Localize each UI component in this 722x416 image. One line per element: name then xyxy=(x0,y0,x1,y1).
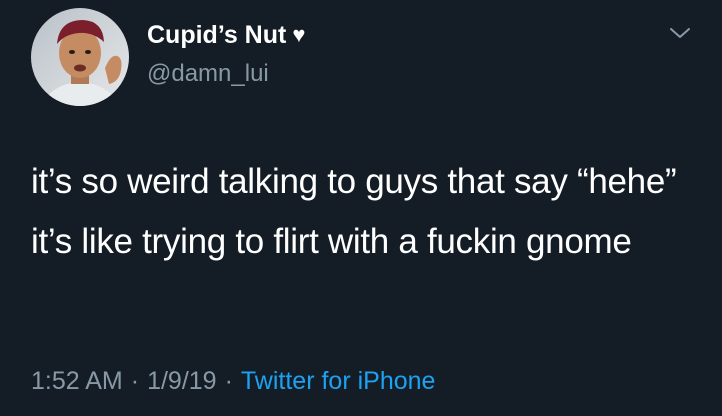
tweet-time[interactable]: 1:52 AM xyxy=(31,367,123,395)
user-handle[interactable]: @damn_lui xyxy=(147,59,269,89)
display-name[interactable]: Cupid’s Nut ♥ xyxy=(147,20,305,50)
tweet-date[interactable]: 1/9/19 xyxy=(147,367,217,395)
avatar[interactable] xyxy=(31,8,129,106)
tweet-text: it’s so weird talking to guys that say “… xyxy=(31,162,677,261)
heart-icon: ♥ xyxy=(292,22,306,47)
tweet-meta: 1:52 AM · 1/9/19 · Twitter for iPhone xyxy=(31,366,435,396)
tweet-source-link[interactable]: Twitter for iPhone xyxy=(241,367,436,395)
tweet-card: Cupid’s Nut ♥ @damn_lui it’s so weird tal… xyxy=(0,0,722,416)
meta-separator: · xyxy=(224,367,233,395)
avatar-photo xyxy=(31,8,129,106)
meta-separator: · xyxy=(130,367,140,395)
chevron-down-icon[interactable] xyxy=(668,25,692,41)
display-name-text: Cupid’s Nut xyxy=(147,21,287,49)
